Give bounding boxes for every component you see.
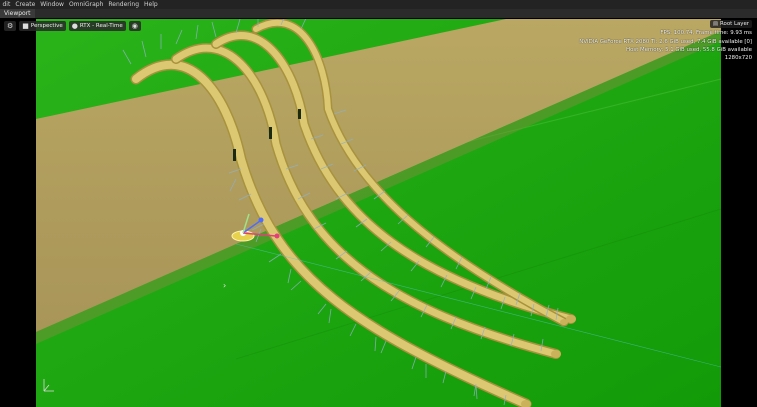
scene-render <box>36 19 721 407</box>
stats-overlay: ▤ Root Layer FPS: 100.74, Frame time: 9.… <box>579 20 752 62</box>
tab-viewport[interactable]: Viewport <box>0 9 35 18</box>
root-layer-label: Root Layer <box>720 21 749 27</box>
menu-create[interactable]: Create <box>13 0 38 9</box>
menu-rendering[interactable]: Rendering <box>106 0 142 9</box>
fps-readout: FPS: 100.74, Frame time: 9.93 ms <box>660 30 752 37</box>
menu-bar: dit Create Window OmniGraph Rendering He… <box>0 0 757 9</box>
mouse-cursor: › <box>223 281 227 290</box>
tab-bar: Viewport <box>0 9 757 18</box>
eye-icon: ◉ <box>131 22 138 30</box>
render-mode-label: RTX - Real-Time <box>79 23 123 29</box>
camera-icon: ■ <box>22 22 29 30</box>
camera-label: Perspective <box>30 23 63 29</box>
gear-icon: ⚙ <box>7 22 14 30</box>
menu-window[interactable]: Window <box>38 0 67 9</box>
camera-button[interactable]: ■ Perspective <box>19 21 66 31</box>
resolution-readout: 1280x720 <box>724 55 752 62</box>
root-layer-button[interactable]: ▤ Root Layer <box>709 20 752 29</box>
settings-button[interactable]: ⚙ <box>4 21 17 31</box>
viewport-canvas[interactable] <box>36 19 721 407</box>
bulb-icon: ● <box>71 22 78 30</box>
menu-edit[interactable]: dit <box>0 0 13 9</box>
viewport-toolbar: ⚙ ■ Perspective ● RTX - Real-Time ◉ <box>0 19 141 33</box>
menu-help[interactable]: Help <box>142 0 161 9</box>
layers-icon: ▤ <box>712 21 719 27</box>
memory-readout: Host Memory: 5.1 GiB used, 55.8 GiB avai… <box>626 46 752 53</box>
visibility-button[interactable]: ◉ <box>128 21 141 31</box>
render-mode-button[interactable]: ● RTX - Real-Time <box>68 21 126 31</box>
gpu-readout: NVIDIA GeForce RTX 2080 Ti: 2.6 GiB used… <box>579 38 752 45</box>
menu-omnigraph[interactable]: OmniGraph <box>66 0 105 9</box>
